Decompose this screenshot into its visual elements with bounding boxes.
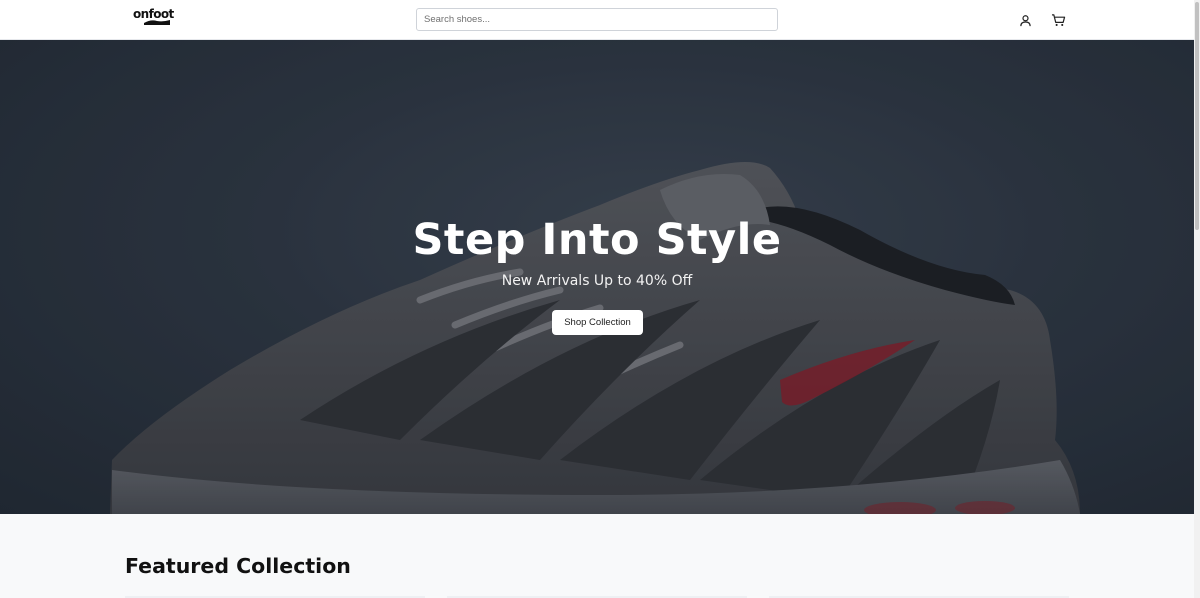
page-scrollbar[interactable] bbox=[1194, 0, 1200, 598]
logo-shoe-mark bbox=[144, 20, 170, 25]
featured-title: Featured Collection bbox=[125, 554, 351, 578]
onfoot-logo[interactable]: onfoot bbox=[133, 7, 174, 27]
scrollbar-thumb[interactable] bbox=[1195, 2, 1199, 230]
featured-section: Featured Collection bbox=[0, 514, 1194, 598]
hero-title: Step Into Style bbox=[412, 215, 782, 265]
user-icon[interactable] bbox=[1016, 11, 1034, 29]
hero-subtitle: New Arrivals Up to 40% Off bbox=[501, 273, 693, 289]
shop-collection-button[interactable]: Shop Collection bbox=[552, 310, 643, 335]
hero-banner: Step Into Style New Arrivals Up to 40% O… bbox=[0, 40, 1194, 514]
search-input[interactable] bbox=[416, 8, 778, 31]
cart-icon[interactable] bbox=[1049, 11, 1067, 29]
site-header: onfoot bbox=[0, 0, 1194, 40]
